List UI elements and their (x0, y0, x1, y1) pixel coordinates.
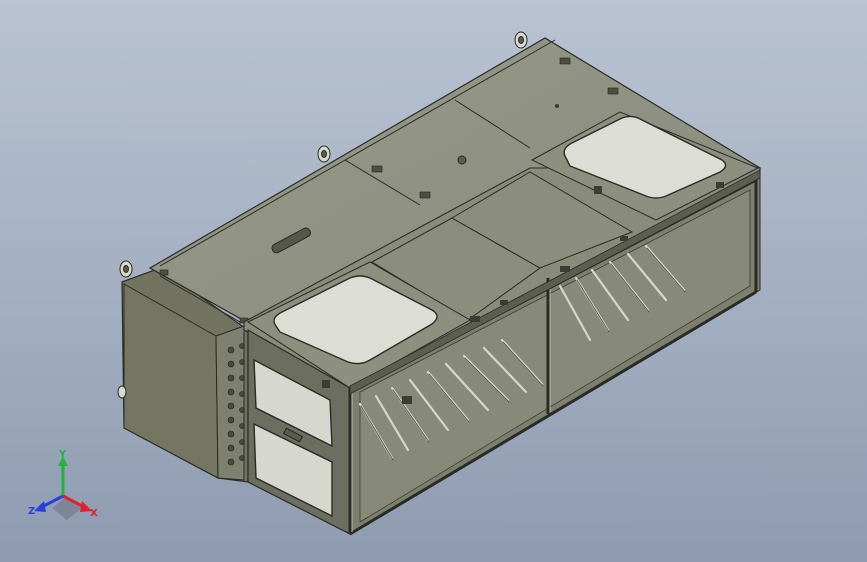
lid-pin (555, 104, 559, 108)
flange-screws (227, 346, 235, 466)
triad-z-label: Z (28, 506, 35, 517)
cabinet-model (117, 31, 762, 536)
orientation-triad[interactable]: Y X Z (22, 448, 112, 528)
triad-x-label: X (90, 508, 98, 519)
lid-knob (457, 155, 467, 165)
triad-y-label: Y (58, 449, 67, 460)
cad-viewport[interactable]: Y X Z (0, 0, 867, 562)
triad-z-arrow (34, 501, 46, 512)
